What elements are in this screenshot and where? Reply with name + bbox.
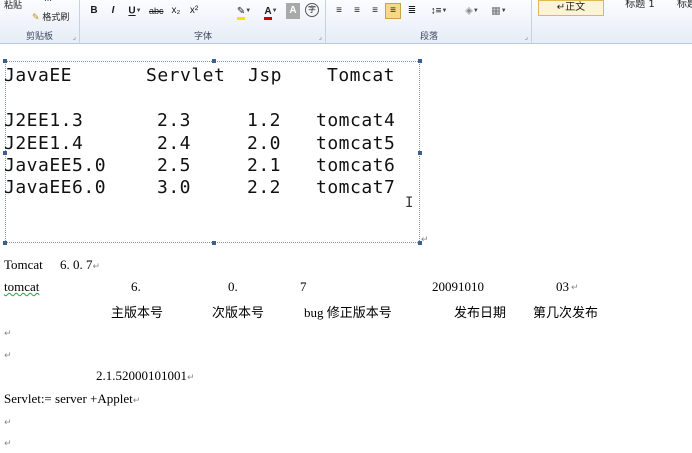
label-bugfix-version: bug 修正版本号 [304,305,392,320]
align-right-button[interactable]: ≡ [368,3,382,19]
style-heading[interactable]: 标题 [654,0,692,14]
image-cell: JavaEE5.0 [4,155,107,176]
image-cell: 2.0 [247,133,282,154]
shading-button[interactable]: ◈▼ [460,3,484,19]
subscript-button[interactable]: x₂ [169,3,183,19]
align-center-button[interactable]: ≡ [350,3,364,19]
clipboard-group-label: 剪贴板 [25,32,53,42]
resize-handle[interactable] [212,59,216,63]
borders-button[interactable]: ▦▼ [487,3,511,19]
document-page[interactable]: JavaEE Servlet Jsp Tomcat J2EE1.3 2.3 1.… [0,45,692,453]
strikethrough-button[interactable]: abc [149,3,164,19]
version-part: 7 [300,279,307,294]
justify-button[interactable]: ≡ [385,3,401,19]
underline-button[interactable]: U▼ [123,3,147,19]
cut-button[interactable]: … [44,0,52,3]
paragraph-mark: ↵ [421,235,429,245]
format-painter-label: 格式刷 [42,13,70,23]
highlight-icon: ✎ [236,5,246,20]
superscript-button[interactable]: x² [187,3,201,19]
label-major-version: 主版本号 [111,305,164,320]
image-header-tomcat: Tomcat [327,65,396,86]
version-part: 0. [228,279,238,294]
paragraph-launcher-icon[interactable]: ⌟ [525,33,528,41]
paragraph-mark: ↵ [4,351,12,361]
image-cell: J2EE1.4 [4,133,84,154]
paragraph-mark: ↵ [4,329,12,339]
image-cell: J2EE1.3 [4,110,84,131]
highlight-button[interactable]: ✎▼ [231,3,257,20]
paragraph-mark: ↵ [4,418,12,428]
styles-group: ↵正文 标题 1 标题 [533,0,692,44]
paragraph-mark: ↵ [132,396,141,406]
clipboard-group: 粘贴 … ✎ 格式刷 剪贴板 ⌟ [0,0,80,44]
paragraph-mark: ↵ [187,373,195,383]
distribute-button[interactable]: ≣ [405,3,419,19]
version-part: 03 [556,279,569,294]
image-cell: 2.5 [157,155,192,176]
version-part: 20091010 [432,279,484,294]
image-header-javaee: JavaEE [4,65,73,86]
doc-line-tomcat: Tomcat 6. 0. 7↵ [4,257,100,273]
ibeam-cursor-icon: I [405,195,414,211]
font-color-icon: A [264,5,272,20]
image-cell: tomcat4 [316,110,396,131]
clipboard-launcher-icon[interactable]: ⌟ [73,33,76,41]
font-launcher-icon[interactable]: ⌟ [319,33,322,41]
image-cell: 2.4 [157,133,192,154]
resize-handle[interactable] [418,59,422,63]
resize-handle[interactable] [418,151,422,155]
servlet-line: Servlet:= server +Applet↵ [4,391,140,407]
line-spacing-button[interactable]: ↕≡▼ [427,3,451,19]
paragraph-group: ≡ ≡ ≡ ≡ ≣ ↕≡▼ ◈▼ ▦▼ 段落 ⌟ [327,0,532,44]
paste-button[interactable]: 粘贴 [4,0,22,11]
format-painter-icon: ✎ [32,13,40,23]
font-group: B I U▼ abc x₂ x² ✎▼ A▼ A 字 字体 ⌟ [81,0,326,44]
image-cell: 3.0 [157,177,192,198]
label-release-date: 发布日期 [454,305,507,320]
bold-button[interactable]: B [87,3,101,19]
resize-handle[interactable] [3,241,7,245]
tomcat-word: Tomcat [4,257,43,272]
label-release-count: 第几次发布 [533,305,599,320]
font-color-button[interactable]: A▼ [259,3,283,20]
version-part: 6. [131,279,141,294]
enclose-char-button[interactable]: 字 [305,3,319,17]
format-painter-button[interactable]: ✎ 格式刷 [32,10,69,23]
image-cell: 2.3 [157,110,192,131]
ribbon: 粘贴 … ✎ 格式刷 剪贴板 ⌟ B I U▼ abc x₂ x² ✎▼ A▼ … [0,0,692,44]
doc-line-tomcat-lower: tomcat [4,279,40,294]
version-string-text: 2.1.52000101001 [96,368,187,383]
image-header-servlet: Servlet [146,65,226,86]
image-cell: tomcat6 [316,155,396,176]
font-group-label: 字体 [193,32,212,42]
style-normal[interactable]: ↵正文 [538,0,604,16]
label-minor-version: 次版本号 [212,305,265,320]
resize-handle[interactable] [212,241,216,245]
tomcat-version: 6. 0. 7 [60,257,93,272]
embedded-image[interactable]: JavaEE Servlet Jsp Tomcat J2EE1.3 2.3 1.… [3,59,422,245]
paragraph-group-label: 段落 [419,32,438,42]
paragraph-mark: ↵ [571,283,579,293]
paragraph-mark: ↵ [4,439,12,449]
image-header-jsp: Jsp [248,65,283,86]
version-string: 2.1.52000101001↵ [96,368,195,384]
servlet-line-text: Servlet:= server +Applet [4,391,133,406]
image-cell: 2.1 [247,155,282,176]
paragraph-mark: ↵ [92,262,101,272]
image-cell: JavaEE6.0 [4,177,107,198]
image-cell: 1.2 [247,110,282,131]
image-cell: 2.2 [247,177,282,198]
underline-icon: U [128,5,136,17]
align-left-button[interactable]: ≡ [332,3,346,19]
char-shading-button[interactable]: A [286,3,300,19]
italic-button[interactable]: I [106,3,120,19]
image-cell: tomcat7 [316,177,396,198]
resize-handle[interactable] [3,59,7,63]
image-cell: tomcat5 [316,133,396,154]
